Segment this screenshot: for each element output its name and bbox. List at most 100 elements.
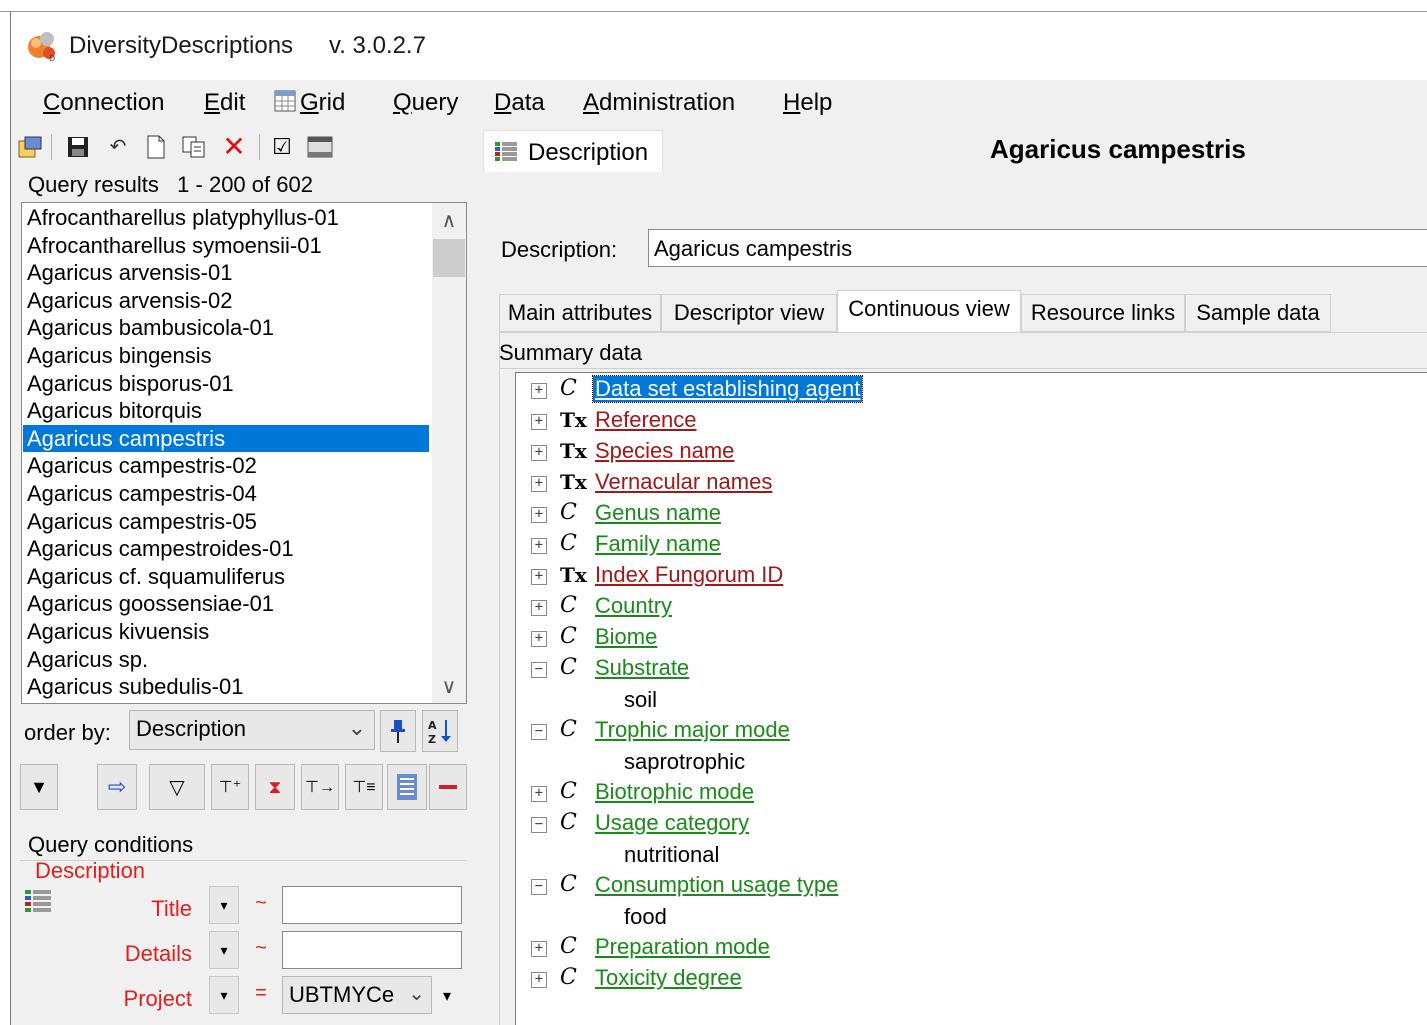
expand-icon[interactable]: + (531, 631, 547, 647)
menu-data[interactable]: Data (494, 89, 545, 117)
list-item[interactable]: Agaricus kivuensis (23, 618, 429, 645)
tree-node[interactable]: + C Biotrophic mode (516, 778, 1416, 809)
dropdown-arrow-button[interactable]: ▼ (20, 764, 58, 810)
list-item[interactable]: Afrocantharellus symoensii-01 (23, 232, 429, 259)
remove-button[interactable] (429, 764, 467, 810)
tree-node[interactable]: + Tx Vernacular names (516, 468, 1416, 499)
tree-node[interactable]: − C Trophic major mode (516, 716, 1416, 747)
list-item[interactable]: Agaricus cf. squamuliferus (23, 563, 429, 590)
query-results-list[interactable]: ∧ ∨ Afrocantharellus platyphyllus-01 Afro… (21, 202, 467, 704)
menu-connection[interactable]: Connection (43, 89, 164, 117)
list-item[interactable]: Agaricus bingensis (23, 342, 429, 369)
condition-project-operator-dropdown[interactable]: ▾ (209, 976, 239, 1014)
filter-remove-button[interactable]: ⧗ (255, 764, 295, 810)
start-query-button[interactable]: ⇨ (97, 764, 137, 810)
tree-node[interactable]: + Tx Reference (516, 406, 1416, 437)
menu-help[interactable]: Help (783, 89, 832, 117)
list-item[interactable]: Agaricus campestris-02 (23, 452, 429, 479)
tree-node[interactable]: − C Substrate (516, 654, 1416, 685)
save-icon[interactable] (65, 134, 91, 160)
list-item[interactable]: Agaricus campestris-05 (23, 508, 429, 535)
order-by-select[interactable]: Description ⌄ (129, 710, 375, 750)
collapse-icon[interactable]: − (531, 879, 547, 895)
list-item[interactable]: Agaricus bitorquis (23, 397, 429, 424)
descriptor-link[interactable]: Biotrophic mode (593, 779, 756, 805)
list-item[interactable]: Agaricus subedulis-01 (23, 673, 429, 700)
sort-az-button[interactable]: AZ (422, 710, 458, 752)
list-item[interactable]: Agaricus bambusicola-01 (23, 314, 429, 341)
expand-icon[interactable]: + (531, 786, 547, 802)
undo-icon[interactable]: ↶ (105, 134, 131, 160)
tree-node[interactable]: + C Genus name (516, 499, 1416, 530)
filter-button[interactable]: ▽ (149, 764, 205, 810)
tree-node[interactable]: + C Preparation mode (516, 933, 1416, 964)
list-item[interactable]: Agaricus sp. (23, 646, 429, 673)
filter-list-button[interactable]: ⊤≡ (345, 764, 383, 810)
condition-title-input[interactable] (282, 886, 462, 924)
collapse-icon[interactable]: − (531, 662, 547, 678)
tree-node[interactable]: + C Family name (516, 530, 1416, 561)
expand-icon[interactable]: + (531, 476, 547, 492)
expand-icon[interactable]: + (531, 507, 547, 523)
descriptor-link[interactable]: Usage category (593, 810, 751, 836)
project-more-icon[interactable]: ▾ (443, 986, 451, 1006)
scroll-down-icon[interactable]: ∨ (432, 671, 466, 701)
tab-continuous-view[interactable]: Continuous view (837, 290, 1021, 332)
tab-resource-links[interactable]: Resource links (1021, 294, 1185, 332)
descriptor-link[interactable]: Species name (593, 438, 736, 464)
list-scrollbar[interactable]: ∧ ∨ (432, 203, 466, 703)
descriptor-link[interactable]: Family name (593, 531, 723, 557)
tree-node[interactable]: + C Biome (516, 623, 1416, 654)
descriptor-link[interactable]: Biome (593, 624, 659, 650)
checkbox-icon[interactable]: ☑ (269, 134, 295, 160)
scroll-up-icon[interactable]: ∧ (432, 205, 466, 235)
tree-node[interactable]: − C Consumption usage type (516, 871, 1416, 902)
filter-next-button[interactable]: ⊤→ (301, 764, 339, 810)
list-view-button[interactable] (387, 764, 427, 810)
tree-node[interactable]: + C Country (516, 592, 1416, 623)
menu-administration[interactable]: Administration (583, 89, 735, 117)
menu-query[interactable]: Query (393, 89, 458, 117)
tab-descriptor-view[interactable]: Descriptor view (661, 294, 837, 332)
expand-icon[interactable]: + (531, 383, 547, 399)
list-item[interactable]: Agaricus campestris-04 (23, 480, 429, 507)
list-item[interactable]: Agaricus campestris (23, 424, 429, 452)
description-tab[interactable]: Description (483, 130, 663, 172)
list-item[interactable]: Agaricus arvensis-02 (23, 287, 429, 314)
summary-tree[interactable]: + C Data set establishing agent + Tx Referenc… (515, 372, 1427, 1025)
scroll-thumb[interactable] (433, 239, 465, 277)
collapse-icon[interactable]: − (531, 724, 547, 740)
descriptor-link[interactable]: Substrate (593, 655, 691, 681)
delete-icon[interactable]: ✕ (221, 133, 247, 161)
expand-icon[interactable]: + (531, 569, 547, 585)
descriptor-link[interactable]: Reference (593, 407, 699, 433)
descriptor-link[interactable]: Consumption usage type (593, 872, 840, 898)
descriptor-link[interactable]: Data set establishing agent (591, 375, 864, 403)
expand-icon[interactable]: + (531, 600, 547, 616)
descriptor-link[interactable]: Toxicity degree (593, 965, 744, 991)
condition-project-select[interactable]: UBTMYCe ⌄ (282, 976, 432, 1014)
list-item[interactable]: Agaricus goossensiae-01 (23, 590, 429, 617)
tree-node[interactable]: − C Usage category (516, 809, 1416, 840)
copy-icon[interactable] (181, 134, 207, 160)
pin-button[interactable] (380, 710, 416, 752)
description-input[interactable]: Agaricus campestris (648, 229, 1427, 267)
tab-sample-data[interactable]: Sample data (1185, 294, 1331, 332)
filter-add-button[interactable]: ⊤⁺ (211, 764, 249, 810)
list-item[interactable]: Agaricus campestroides-01 (23, 535, 429, 562)
tree-node[interactable]: + Tx Species name (516, 437, 1416, 468)
list-item[interactable]: Afrocantharellus platyphyllus-01 (23, 204, 429, 231)
tab-main-attributes[interactable]: Main attributes (499, 294, 661, 332)
table-view-icon[interactable] (307, 134, 333, 160)
descriptor-link[interactable]: Trophic major mode (593, 717, 792, 743)
list-item[interactable]: Agaricus arvensis-01 (23, 259, 429, 286)
list-item[interactable]: Agaricus bisporus-01 (23, 370, 429, 397)
menu-grid[interactable]: Grid (274, 89, 345, 117)
expand-icon[interactable]: + (531, 941, 547, 957)
descriptor-link[interactable]: Preparation mode (593, 934, 772, 960)
condition-details-input[interactable] (282, 931, 462, 969)
menu-edit[interactable]: Edit (204, 89, 245, 117)
expand-icon[interactable]: + (531, 414, 547, 430)
expand-icon[interactable]: + (531, 972, 547, 988)
descriptor-link[interactable]: Country (593, 593, 674, 619)
